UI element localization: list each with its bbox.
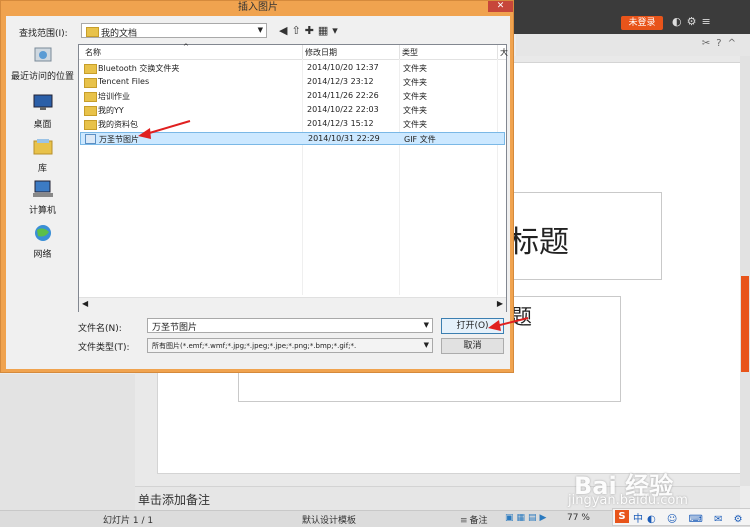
file-name-input[interactable]: 万圣节图片 ▼: [147, 318, 433, 333]
notes-icon: ≡: [460, 516, 468, 526]
folder-icon: [84, 106, 97, 116]
list-item[interactable]: 我的资料包 2014/12/3 15:12 文件夹: [80, 118, 505, 131]
place-network[interactable]: 网络: [9, 224, 76, 260]
insert-picture-dialog: 插入图片 ✕ 查找范围(I): 我的文档 ▼ ◀⇧✚▦▾ 最近访问的位置 桌面 …: [0, 0, 514, 373]
view-buttons[interactable]: ▣▦▤▶: [505, 513, 549, 523]
vertical-scrollbar[interactable]: [740, 56, 750, 486]
sort-up-icon: ^: [183, 43, 189, 51]
list-item[interactable]: Bluetooth 交换文件夹 2014/10/20 12:37 文件夹: [80, 62, 505, 75]
scroll-left-icon[interactable]: ◀: [82, 299, 88, 308]
ime-toolbar[interactable]: S 中◐ ☺ ⌨ ✉ ⚙: [612, 508, 750, 526]
cancel-button[interactable]: 取消: [441, 338, 504, 354]
place-label: 桌面: [33, 120, 52, 130]
chevron-down-icon: ▼: [257, 26, 263, 34]
close-button[interactable]: ✕: [488, 1, 513, 12]
horizontal-scrollbar[interactable]: ◀ ▶: [79, 297, 506, 312]
scroll-right-icon[interactable]: ▶: [497, 299, 503, 308]
title-placeholder-text: 标题: [509, 225, 569, 260]
place-label: 最近访问的位置: [10, 72, 74, 82]
place-computer[interactable]: 计算机: [9, 180, 76, 216]
place-label: 网络: [33, 250, 52, 260]
slide-thumbnail-pane[interactable]: [0, 374, 135, 510]
file-type-label: 文件类型(T):: [78, 343, 130, 353]
place-library[interactable]: 库: [9, 138, 76, 174]
folder-icon: [84, 78, 97, 88]
library-icon: [33, 139, 52, 155]
folder-icon: [84, 92, 97, 102]
list-item[interactable]: Tencent Files 2014/12/3 23:12 文件夹: [80, 76, 505, 89]
skin-icon[interactable]: ◐: [672, 15, 687, 28]
view-menu-icon[interactable]: ▦▾: [318, 24, 342, 37]
open-button[interactable]: 打开(O): [441, 318, 504, 334]
up-folder-icon[interactable]: ⇧: [291, 24, 304, 37]
help-icon[interactable]: ?: [716, 38, 727, 49]
column-header: 名称 ^ 修改日期 类型 大: [79, 43, 508, 60]
places-bar: 最近访问的位置 桌面 库 计算机 网络: [9, 44, 76, 306]
list-item-selected[interactable]: 万圣节图片 2014/10/31 22:29 GIF 文件: [80, 132, 505, 145]
network-icon: [34, 225, 51, 241]
folder-icon: [84, 64, 97, 74]
template-name[interactable]: 默认设计模板: [302, 513, 356, 526]
place-desktop[interactable]: 桌面: [9, 94, 76, 130]
folder-icon: [84, 120, 97, 130]
look-in-label: 查找范围(I):: [19, 29, 68, 39]
login-button[interactable]: 未登录: [621, 16, 663, 30]
back-icon[interactable]: ◀: [279, 24, 291, 37]
col-size[interactable]: 大: [500, 47, 508, 58]
look-in-combo[interactable]: 我的文档 ▼: [81, 23, 267, 39]
gif-file-icon: [85, 134, 96, 144]
dialog-body: 查找范围(I): 我的文档 ▼ ◀⇧✚▦▾ 最近访问的位置 桌面 库 计算机 网…: [6, 16, 510, 369]
slide-info: 幻灯片 1 / 1: [103, 516, 154, 526]
chevron-down-icon: ▼: [423, 341, 429, 349]
dialog-title: 插入图片: [238, 2, 278, 13]
list-item[interactable]: 培训作业 2014/11/26 22:26 文件夹: [80, 90, 505, 103]
collapse-icon[interactable]: ^: [728, 38, 742, 49]
ime-status[interactable]: 中◐ ☺ ⌨ ✉ ⚙: [633, 510, 747, 525]
list-item[interactable]: 我的YY 2014/10/22 22:03 文件夹: [80, 104, 505, 117]
subtitle-placeholder-text: 题: [511, 305, 532, 329]
file-type-value: 所有图片(*.emf;*.wmf;*.jpg;*.jpeg;*.jpe;*.pn…: [152, 342, 357, 350]
ribbon-strip: ✂?^: [516, 34, 750, 57]
file-name-value: 万圣节图片: [152, 323, 198, 333]
ribbon-icons: ✂?^: [702, 38, 742, 49]
titlebar-icons: ◐⚙≡: [672, 15, 716, 28]
settings-icon[interactable]: ⚙: [687, 15, 702, 28]
desktop-icon: [33, 94, 52, 110]
look-in-value: 我的文档: [101, 29, 138, 39]
col-name[interactable]: 名称: [85, 47, 101, 58]
zoom-level[interactable]: 77 %: [567, 513, 590, 523]
place-label: 库: [37, 164, 47, 174]
file-name-label: 文件名(N):: [78, 324, 122, 334]
recent-icon: [34, 47, 51, 62]
col-date[interactable]: 修改日期: [305, 47, 337, 58]
computer-icon: [32, 180, 53, 197]
notes-placeholder: 单击添加备注: [138, 493, 211, 507]
tool-icon[interactable]: ✂: [702, 38, 716, 49]
new-folder-icon[interactable]: ✚: [305, 24, 318, 37]
file-type-select[interactable]: 所有图片(*.emf;*.wmf;*.jpg;*.jpeg;*.jpe;*.pn…: [147, 338, 433, 353]
place-recent[interactable]: 最近访问的位置: [9, 46, 76, 82]
file-list[interactable]: 名称 ^ 修改日期 类型 大 Bluetooth 交换文件夹 2014/10/2…: [78, 43, 508, 312]
scrollbar-thumb[interactable]: [741, 276, 749, 372]
place-label: 计算机: [28, 206, 56, 216]
chevron-down-icon[interactable]: ▼: [424, 321, 429, 329]
col-type[interactable]: 类型: [402, 47, 418, 58]
notes-toggle[interactable]: ≡ 备注: [460, 513, 488, 526]
nav-toolbar: ◀⇧✚▦▾: [279, 24, 342, 37]
sogou-icon[interactable]: S: [615, 510, 629, 523]
watermark-url: jingyan.baidu.com: [568, 493, 688, 508]
menu-icon[interactable]: ≡: [701, 15, 715, 28]
folder-icon: [86, 27, 99, 37]
